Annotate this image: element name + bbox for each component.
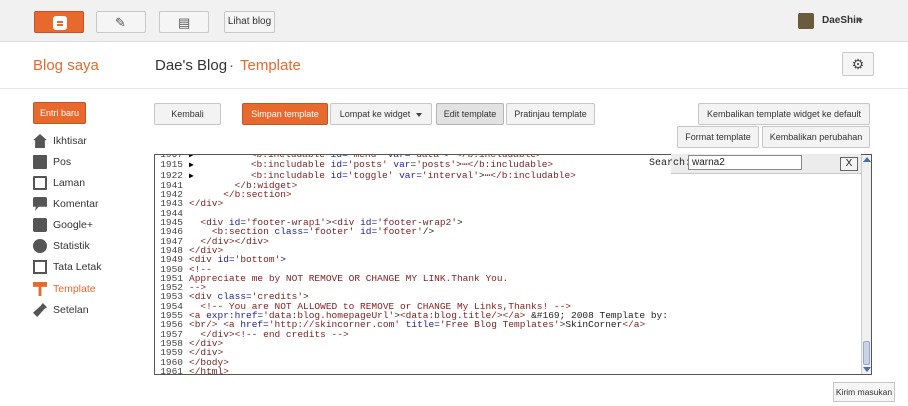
layout-icon (33, 260, 47, 274)
scroll-up-icon[interactable] (863, 157, 871, 162)
top-bar: ✎ ▤ Lihat blog DaeShin (0, 0, 908, 42)
sidebar-item-pages[interactable]: Laman (33, 174, 133, 192)
page-title: Template (240, 57, 301, 74)
chevron-down-icon[interactable] (857, 19, 863, 23)
search-label: Search: (649, 158, 692, 169)
sidebar-item-comments[interactable]: Komentar (33, 195, 133, 213)
line-number: 1961 (160, 365, 183, 375)
sidebar-item-overview[interactable]: Ikhtisar (33, 132, 133, 150)
line-number: 1915 (160, 159, 183, 171)
sidebar-item-posts[interactable]: Pos (33, 153, 133, 171)
posts-icon (33, 155, 47, 169)
sidebar-item-label: Setelan (53, 304, 89, 316)
sidebar-item-layout[interactable]: Tata Letak (33, 258, 133, 276)
breadcrumb-separator: · (229, 57, 234, 74)
settings-button[interactable]: ⚙ (842, 52, 874, 76)
jump-to-widget-dropdown[interactable]: Lompat ke widget (330, 103, 432, 125)
sidebar-item-template[interactable]: Template (33, 280, 133, 298)
new-post-pencil-button[interactable]: ✎ (96, 11, 146, 33)
code-line[interactable]: 1949 <div id='bottom'> (155, 255, 855, 265)
pages-icon (33, 176, 47, 190)
home-icon (33, 134, 47, 148)
page-header: Blog saya Dae's Blog · Template ⚙ (0, 43, 908, 89)
code-text: Appreciate me by NOT REMOVE OR CHANGE MY… (189, 272, 509, 284)
my-blogs-link[interactable]: Blog saya (33, 57, 99, 74)
sidebar-item-settings[interactable]: Setelan (33, 301, 133, 319)
sidebar-item-stats[interactable]: Statistik (33, 237, 133, 255)
user-name[interactable]: DaeShin (822, 15, 862, 26)
sidebar-item-label: Template (53, 283, 96, 295)
google-plus-icon (33, 218, 47, 232)
revert-widgets-button[interactable]: Kembalikan template widget ke default (698, 103, 870, 125)
code-line[interactable]: 1947 </div></div> (155, 236, 855, 246)
wrench-icon (33, 303, 47, 317)
edit-template-button[interactable]: Edit template (436, 103, 504, 125)
code-line[interactable]: 1961 </html> (155, 365, 855, 375)
search-input[interactable]: warna2 (688, 155, 802, 170)
template-code-editor[interactable]: 1907 ▶ <b:includable id='menu' var='data'… (154, 154, 872, 375)
sidebar-item-label: Laman (53, 177, 86, 189)
format-template-button[interactable]: Format template (677, 126, 759, 148)
code-line[interactable]: 1958 </div> (155, 339, 855, 349)
view-blog-button[interactable]: Lihat blog (224, 11, 275, 33)
new-post-button[interactable]: Entri baru (33, 102, 86, 124)
code-line[interactable]: 1959 </div> (155, 348, 855, 358)
code-line[interactable]: 1957 </div><!-- end credits --> (155, 329, 855, 339)
sidebar-item-label: Google+ (53, 219, 93, 231)
revert-changes-button[interactable]: Kembalikan perubahan (762, 126, 870, 148)
blog-name: Dae's Blog (155, 57, 228, 74)
code-line[interactable]: 1942 </b:section> (155, 190, 855, 200)
back-button[interactable]: Kembali (154, 103, 221, 125)
sidebar-item-google-plus[interactable]: Google+ (33, 216, 133, 234)
template-icon (33, 282, 47, 296)
chevron-down-icon (416, 112, 423, 117)
preview-template-button[interactable]: Pratinjau template (506, 103, 595, 125)
comments-icon (33, 197, 47, 211)
save-template-button[interactable]: Simpan template (242, 103, 328, 125)
stats-icon (33, 239, 47, 253)
scrollbar-thumb[interactable] (863, 341, 870, 365)
code-line[interactable]: 1960 </body> (155, 357, 855, 367)
posts-list-icon: ▤ (178, 15, 191, 30)
sidebar-item-label: Tata Letak (53, 261, 102, 273)
close-search-button[interactable]: X (840, 157, 858, 171)
editor-scrollbar[interactable] (861, 155, 871, 374)
code-lines[interactable]: 1907 ▶ <b:includable id='menu' var='data'… (155, 155, 855, 375)
avatar[interactable] (798, 13, 814, 29)
code-text: </html> (189, 365, 229, 375)
sidebar-item-label: Komentar (53, 198, 99, 210)
code-line[interactable]: 1951 Appreciate me by NOT REMOVE OR CHANG… (155, 272, 855, 284)
code-line[interactable]: 1943 </div> (155, 198, 855, 210)
sidebar-item-label: Statistik (53, 240, 90, 252)
scroll-down-icon[interactable] (863, 367, 871, 372)
posts-list-button[interactable]: ▤ (159, 11, 209, 33)
code-text: </div> (189, 198, 224, 210)
gear-icon: ⚙ (851, 56, 865, 72)
sidebar-item-label: Pos (53, 156, 72, 168)
blogger-logo-icon[interactable] (34, 11, 84, 33)
sidebar-item-label: Ikhtisar (53, 135, 87, 147)
pencil-icon: ✎ (115, 15, 126, 30)
send-feedback-button[interactable]: Kirim masukan (833, 382, 895, 402)
jump-to-widget-label: Lompat ke widget (339, 109, 411, 119)
line-number: 1922 (160, 169, 183, 181)
